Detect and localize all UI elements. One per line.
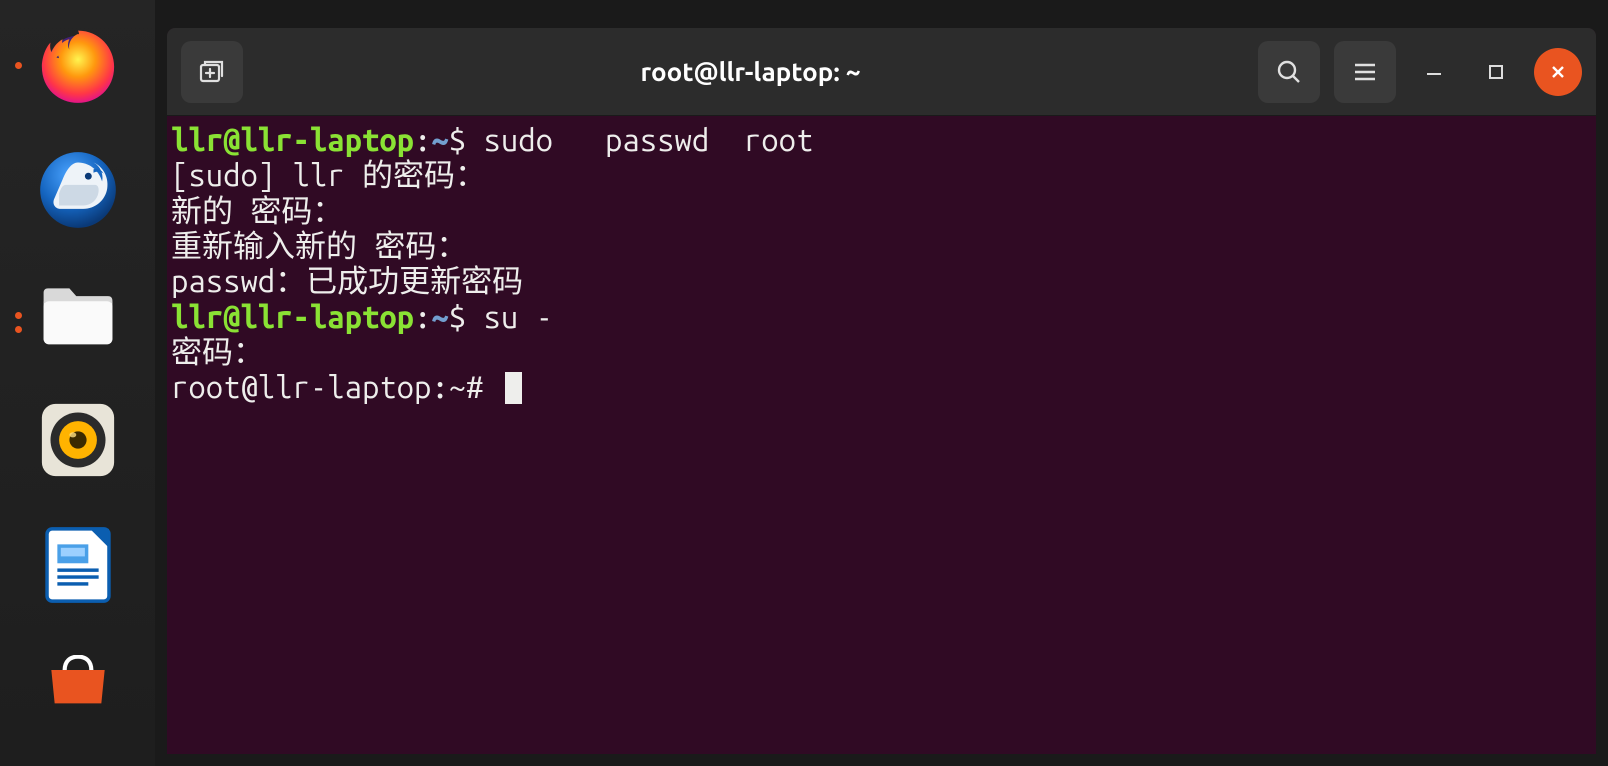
terminal-line: 密码： (171, 334, 1592, 369)
dock-indicator (15, 312, 22, 319)
terminal-line: passwd：已成功更新密码 (171, 263, 1592, 298)
speaker-icon (35, 397, 121, 483)
maximize-icon (1487, 63, 1505, 81)
window-title: root@llr-laptop: ~ (640, 57, 860, 86)
terminal-line: llr@llr-laptop:~$ sudo passwd root (171, 122, 1592, 157)
dock-libreoffice-writer[interactable] (33, 520, 123, 610)
dock-rhythmbox[interactable] (33, 395, 123, 485)
new-tab-button[interactable] (181, 41, 243, 103)
dock-thunderbird[interactable] (33, 145, 123, 235)
dock-firefox[interactable] (33, 20, 123, 110)
dock (0, 0, 155, 766)
new-tab-icon (197, 57, 227, 87)
search-icon (1275, 58, 1303, 86)
terminal-line: root@llr-laptop:~# (171, 369, 1592, 404)
dock-software[interactable] (33, 635, 123, 725)
search-button[interactable] (1258, 41, 1320, 103)
hamburger-icon (1352, 59, 1378, 85)
terminal-line: [sudo] llr 的密码： (171, 157, 1592, 192)
terminal-body[interactable]: llr@llr-laptop:~$ sudo passwd root[sudo]… (167, 116, 1596, 754)
close-icon (1549, 63, 1567, 81)
terminal-window: root@llr-laptop: ~ (167, 28, 1596, 754)
minimize-icon (1424, 62, 1444, 82)
maximize-button[interactable] (1472, 48, 1520, 96)
terminal-line: 新的 密码： (171, 193, 1592, 228)
close-button[interactable] (1534, 48, 1582, 96)
terminal-line: llr@llr-laptop:~$ su - (171, 299, 1592, 334)
firefox-icon (35, 22, 121, 108)
titlebar: root@llr-laptop: ~ (167, 28, 1596, 116)
terminal-cursor (505, 372, 522, 404)
minimize-button[interactable] (1410, 48, 1458, 96)
menu-button[interactable] (1334, 41, 1396, 103)
dock-indicator (15, 62, 22, 69)
terminal-line: 重新输入新的 密码： (171, 228, 1592, 263)
shopping-bag-icon (35, 655, 121, 705)
writer-icon (35, 522, 121, 608)
dock-files[interactable] (33, 270, 123, 360)
thunderbird-icon (35, 147, 121, 233)
folder-icon (35, 272, 121, 358)
